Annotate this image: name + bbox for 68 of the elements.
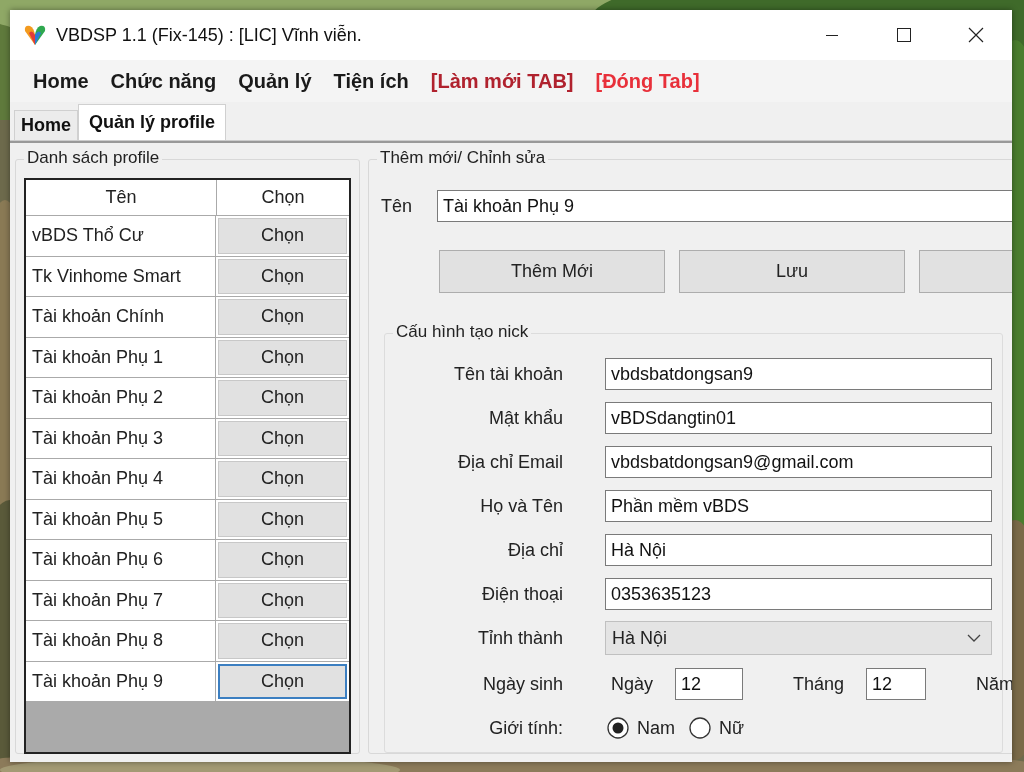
field-label: Tên tài khoản	[452, 363, 563, 385]
choose-button[interactable]: Chọn	[218, 218, 347, 254]
choose-button[interactable]: Chọn	[218, 299, 347, 335]
group-title: Danh sách profile	[24, 148, 163, 168]
field-label: Địa chỉ	[506, 539, 563, 561]
input-field[interactable]: vbdsbatdongsan9@gmail.com	[605, 446, 992, 478]
window-title: VBDSP 1.1 (Fix-145) : [LIC] Vĩnh viễn.	[56, 24, 362, 46]
input-field[interactable]: Tài khoản Phụ 9	[437, 190, 1012, 222]
menu-item[interactable]: [Làm mới TAB]	[421, 65, 583, 97]
choose-button[interactable]: Chọn	[218, 339, 347, 375]
action-button[interactable]: Lưu	[679, 250, 905, 293]
field-label: Họ và Tên	[479, 495, 563, 517]
table-cell: Tài khoản Phụ 3	[26, 418, 216, 458]
table-cell: Tài khoản Phụ 7	[26, 580, 216, 620]
input-field[interactable]: Phần mềm vBDS	[605, 490, 992, 522]
field-label: Tỉnh thành	[476, 627, 563, 649]
menu-item[interactable]: Home	[24, 65, 98, 97]
input-field[interactable]: 12	[675, 668, 744, 700]
table-cell: Tài khoản Phụ 9	[26, 661, 216, 701]
table-cell: Tk Vinhome Smart	[26, 256, 216, 296]
field-label: Mật khẩu	[487, 407, 563, 429]
close-icon	[968, 27, 984, 43]
table-cell: Tài khoản Phụ 6	[26, 540, 216, 580]
chevron-down-icon	[967, 634, 981, 642]
table-cell: Tài khoản Chính	[26, 297, 216, 337]
action-button[interactable]: Thêm Mới	[439, 250, 665, 293]
field-label: Ngày	[611, 673, 654, 695]
choose-button[interactable]: Chọn	[218, 420, 347, 456]
column-header: Chọn	[260, 186, 306, 209]
table-cell: Tài khoản Phụ 1	[26, 337, 216, 377]
maximize-icon	[897, 28, 911, 42]
input-field[interactable]: vBDSdangtin01	[605, 402, 992, 434]
choose-button[interactable]: Chọn	[218, 623, 347, 659]
choose-button[interactable]: Chọn	[218, 380, 347, 416]
input-field[interactable]: vbdsbatdongsan9	[605, 358, 992, 390]
menu-item[interactable]: Tiện ích	[324, 65, 418, 97]
field-label: Ngày sinh	[481, 673, 563, 695]
table-cell: Tài khoản Phụ 8	[26, 621, 216, 661]
tab[interactable]: Quản lý profile	[78, 104, 227, 140]
province-dropdown[interactable]: Hà Nội	[605, 621, 992, 655]
group-title: Cấu hình tạo nick	[393, 322, 532, 342]
table-cell: Tài khoản Phụ 2	[26, 378, 216, 418]
choose-button[interactable]: Chọn	[218, 258, 347, 294]
radio-option[interactable]: Nữ	[689, 717, 745, 739]
table-cell: vBDS Thổ Cư	[26, 216, 216, 256]
table-cell: Tài khoản Phụ 4	[26, 459, 216, 499]
field-label: Tháng	[793, 673, 845, 695]
table-cell: Tài khoản Phụ 5	[26, 499, 216, 539]
choose-button[interactable]: Chọn	[218, 461, 347, 497]
field-label: Năm	[976, 673, 1012, 695]
tab[interactable]: Home	[14, 110, 78, 140]
field-label: Địa chỉ Email	[456, 451, 563, 473]
choose-button[interactable]: Chọn	[218, 501, 347, 537]
field-label: Giới tính:	[488, 717, 563, 739]
column-header: Tên	[26, 180, 217, 215]
input-field[interactable]: Hà Nội	[605, 534, 992, 566]
menu-item[interactable]: Chức năng	[101, 65, 226, 97]
input-field[interactable]: 0353635123	[605, 578, 992, 610]
choose-button[interactable]: Chọn	[218, 542, 347, 578]
field-label: Tên	[381, 195, 414, 217]
menu-item[interactable]: Quản lý	[229, 65, 321, 97]
field-label: Điện thoại	[480, 583, 563, 605]
radio-option[interactable]: Nam	[607, 717, 675, 739]
menu-item[interactable]: [Đóng Tab]	[586, 65, 709, 97]
input-field[interactable]: 12	[866, 668, 927, 700]
choose-button[interactable]: Chọn	[218, 663, 347, 699]
choose-button[interactable]: Chọn	[218, 582, 347, 618]
app-logo-icon	[22, 23, 48, 47]
